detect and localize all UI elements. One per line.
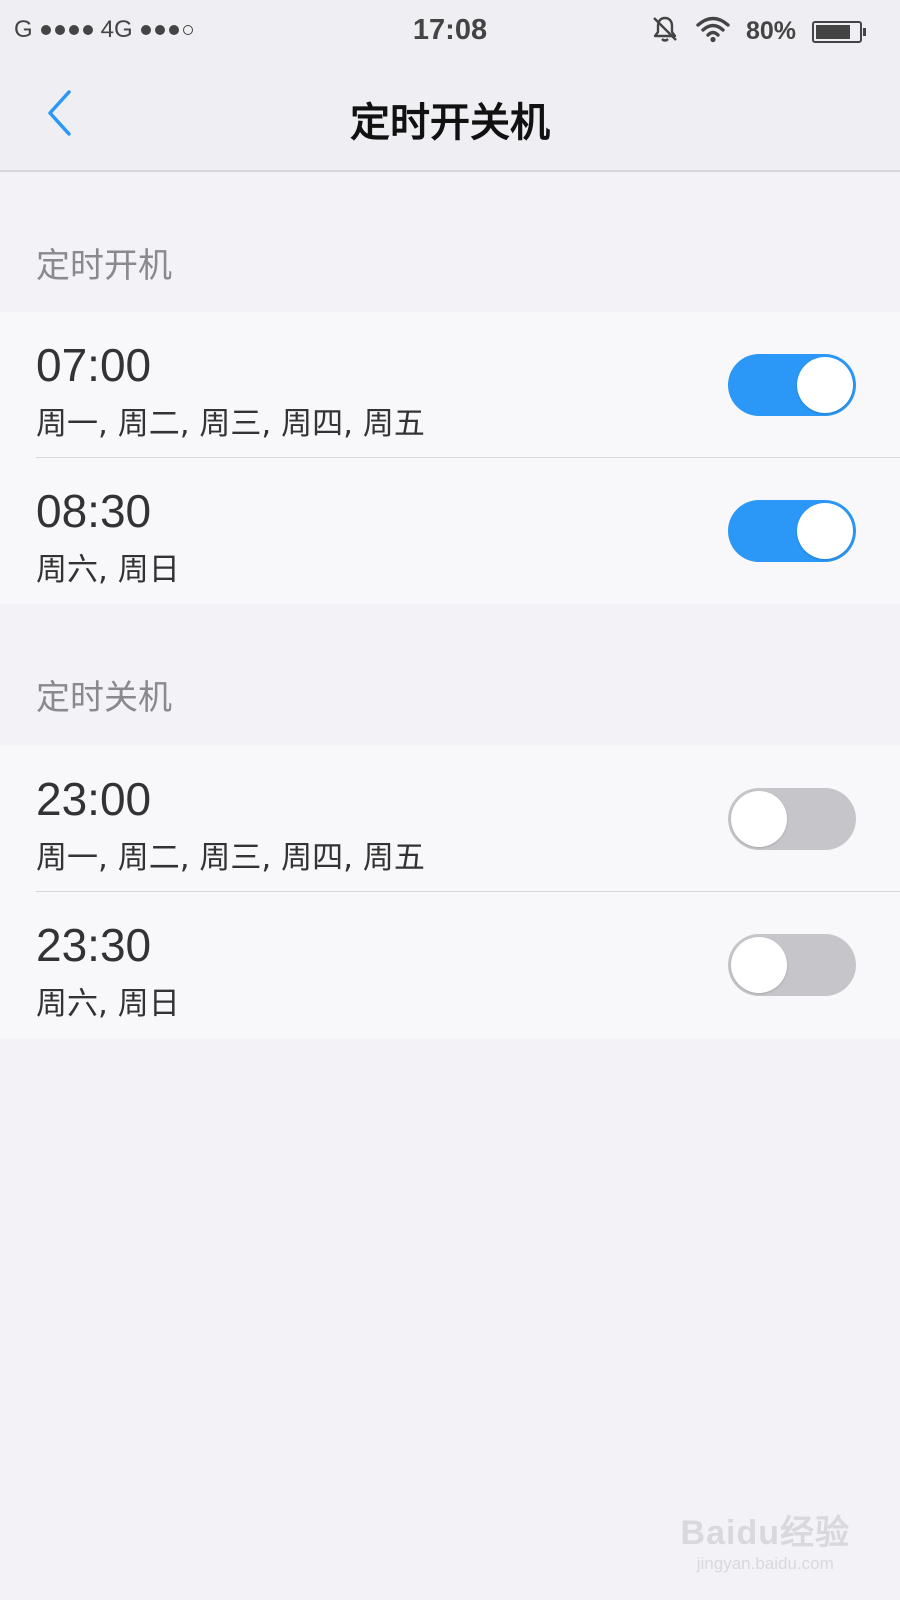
mute-bell-icon xyxy=(650,14,680,49)
schedule-toggle[interactable] xyxy=(728,500,856,562)
schedule-time: 07:00 xyxy=(36,339,152,391)
toggle-knob xyxy=(731,791,787,847)
schedule-toggle[interactable] xyxy=(728,354,856,416)
toggle-knob xyxy=(797,357,853,413)
battery-percent: 80% xyxy=(745,17,796,45)
watermark-logo: Baidu经验 xyxy=(680,1514,850,1552)
section-header-power-off: 定时关机 xyxy=(36,678,172,718)
power-on-list: 07:00 周一, 周二, 周三, 周四, 周五 08:30 周六, 周日 xyxy=(0,312,900,604)
watermark: Baidu经验 jingyan.baidu.com xyxy=(681,1505,850,1574)
schedule-time: 23:30 xyxy=(36,919,152,971)
list-item[interactable]: 23:00 周一, 周二, 周三, 周四, 周五 xyxy=(0,746,900,892)
watermark-url: jingyan.baidu.com xyxy=(696,1554,834,1573)
schedule-days: 周一, 周二, 周三, 周四, 周五 xyxy=(36,406,425,442)
toggle-knob xyxy=(797,503,853,559)
battery-icon xyxy=(812,20,866,43)
list-item[interactable]: 08:30 周六, 周日 xyxy=(0,458,900,604)
schedule-toggle[interactable] xyxy=(728,934,856,996)
schedule-days: 周六, 周日 xyxy=(36,552,180,588)
schedule-days: 周六, 周日 xyxy=(36,986,180,1022)
status-right: 80% xyxy=(650,14,866,49)
wifi-icon xyxy=(696,15,730,48)
list-item[interactable]: 07:00 周一, 周二, 周三, 周四, 周五 xyxy=(0,312,900,458)
power-off-list: 23:00 周一, 周二, 周三, 周四, 周五 23:30 周六, 周日 xyxy=(0,746,900,1038)
page-title: 定时开关机 xyxy=(350,100,550,146)
section-header-power-on: 定时开机 xyxy=(36,246,172,286)
list-item[interactable]: 23:30 周六, 周日 xyxy=(0,892,900,1038)
toggle-knob xyxy=(731,937,787,993)
schedule-time: 08:30 xyxy=(36,485,152,537)
schedule-days: 周一, 周二, 周三, 周四, 周五 xyxy=(36,840,425,876)
nav-bar: 定时开关机 xyxy=(0,62,900,172)
schedule-time: 23:00 xyxy=(36,773,152,825)
battery-fill xyxy=(816,24,850,39)
schedule-toggle[interactable] xyxy=(728,788,856,850)
status-bar: G 4G 17:08 80% xyxy=(0,0,900,62)
